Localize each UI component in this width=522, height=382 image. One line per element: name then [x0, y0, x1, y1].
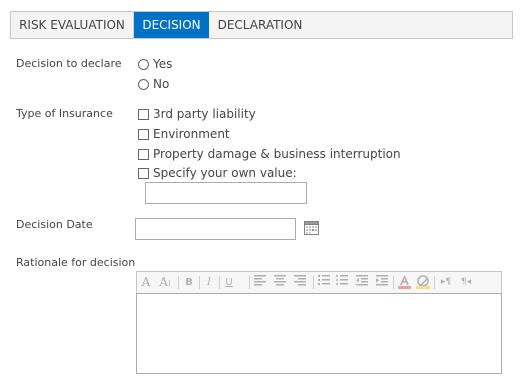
rtl-icon[interactable]: ¶◂ — [458, 275, 474, 290]
font-size-icon[interactable]: AI — [156, 275, 174, 290]
ltr-icon[interactable]: ▸¶ — [438, 275, 454, 290]
environment-checkbox[interactable] — [138, 129, 149, 140]
tab-risk-evaluation[interactable]: RISK EVALUATION — [11, 12, 134, 38]
rationale-label: Rationale for decision — [16, 256, 136, 269]
decision-yes-radio[interactable] — [138, 59, 149, 70]
rich-text-toolbar: A AI B I U ▸¶ ¶◂ — [136, 271, 502, 293]
align-left-icon[interactable] — [253, 275, 267, 290]
align-center-icon[interactable] — [273, 275, 287, 290]
numbered-list-icon[interactable] — [317, 275, 331, 290]
font-family-icon[interactable]: A — [140, 275, 152, 290]
toolbar-separator — [249, 276, 250, 289]
underline-icon[interactable]: U — [223, 275, 235, 290]
decision-no-radio[interactable] — [138, 79, 149, 90]
increase-indent-icon[interactable] — [375, 275, 389, 290]
highlight-color-icon[interactable] — [416, 275, 430, 290]
decision-date-label: Decision Date — [16, 218, 93, 231]
decision-yes-label[interactable]: Yes — [153, 57, 172, 71]
property-damage-checkbox[interactable] — [138, 149, 149, 160]
own-value-checkbox[interactable] — [138, 168, 149, 179]
decrease-indent-icon[interactable] — [355, 275, 369, 290]
tab-decision[interactable]: DECISION — [134, 12, 209, 38]
bold-icon[interactable]: B — [183, 275, 195, 290]
toolbar-separator — [219, 276, 220, 289]
third-party-liability-checkbox[interactable] — [138, 109, 149, 120]
toolbar-separator — [178, 276, 179, 289]
own-value-label[interactable]: Specify your own value: — [153, 166, 297, 180]
own-value-input[interactable] — [145, 182, 307, 204]
toolbar-separator — [393, 276, 394, 289]
italic-icon[interactable]: I — [203, 275, 215, 290]
environment-label[interactable]: Environment — [153, 127, 230, 141]
align-right-icon[interactable] — [293, 275, 307, 290]
tab-bar: RISK EVALUATION DECISION DECLARATION — [10, 11, 513, 39]
third-party-liability-label[interactable]: 3rd party liability — [153, 107, 256, 121]
property-damage-label[interactable]: Property damage & business interruption — [153, 147, 401, 161]
type-of-insurance-label: Type of Insurance — [16, 107, 113, 120]
text-color-icon[interactable] — [397, 275, 411, 290]
toolbar-separator — [434, 276, 435, 289]
decision-no-label[interactable]: No — [153, 77, 169, 91]
toolbar-separator — [199, 276, 200, 289]
rationale-editor[interactable] — [136, 293, 502, 374]
tab-declaration[interactable]: DECLARATION — [209, 12, 311, 38]
bulleted-list-icon[interactable] — [335, 275, 349, 290]
calendar-icon[interactable] — [304, 220, 319, 235]
decision-date-input[interactable] — [135, 218, 296, 240]
toolbar-separator — [313, 276, 314, 289]
decision-to-declare-label: Decision to declare — [16, 57, 122, 70]
